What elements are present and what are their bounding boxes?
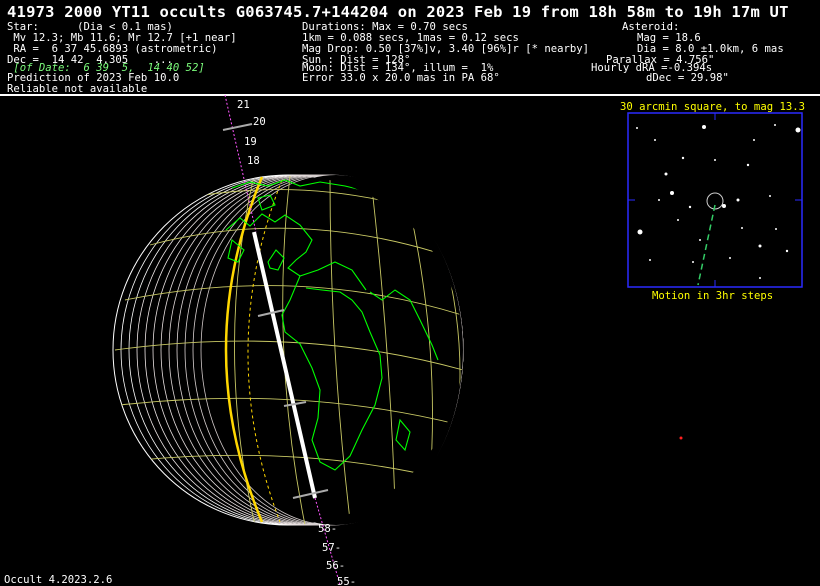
red-dot-marker	[679, 436, 683, 440]
dayside-disc	[209, 175, 463, 525]
inset-caption: Motion in 3hr steps	[652, 290, 774, 302]
path-tick-label: 57-	[322, 542, 341, 554]
path-tick-label: 56-	[326, 560, 345, 572]
path-tick-label: 19	[244, 136, 257, 148]
inset-title: 30 arcmin square, to mag 13.3	[620, 101, 805, 113]
path-tick-label: 18	[247, 155, 260, 167]
path-tick-label: 58-	[318, 523, 337, 535]
path-tick-label: 55-	[337, 576, 356, 585]
path-tick-label: 21	[237, 99, 250, 111]
path-tick-label: 20	[253, 116, 266, 128]
version-footer: Occult 4.2023.2.6	[4, 574, 113, 586]
star-chart-inset	[627, 112, 803, 288]
